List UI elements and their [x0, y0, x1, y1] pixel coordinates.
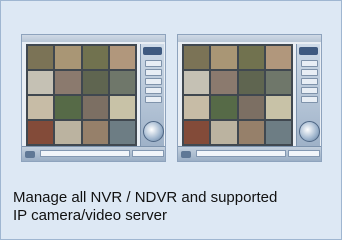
camera-tile	[238, 121, 264, 144]
camera-tile	[109, 71, 135, 94]
timeline-bar	[196, 150, 286, 157]
camera-tile	[55, 96, 81, 119]
ptz-dial-icon	[143, 121, 164, 142]
camera-tile	[211, 121, 237, 144]
panel-button	[301, 69, 318, 76]
camera-tile	[28, 96, 54, 119]
panel-button	[301, 96, 318, 103]
camera-tile	[109, 96, 135, 119]
camera-grid	[182, 44, 293, 146]
panel-button	[145, 96, 162, 103]
camera-tile	[82, 46, 108, 69]
camera-tile	[109, 121, 135, 144]
panel-button	[301, 78, 318, 85]
window-titlebar	[22, 35, 165, 42]
toolbar-icon	[25, 151, 35, 158]
app-logo-icon	[143, 47, 162, 55]
caption-line-2: IP camera/video server	[13, 207, 167, 224]
camera-grid	[26, 44, 137, 146]
camera-tile	[28, 71, 54, 94]
status-bar	[132, 150, 164, 157]
panel-button	[301, 60, 318, 67]
camera-tile	[265, 121, 291, 144]
camera-tile	[55, 121, 81, 144]
camera-tile	[238, 46, 264, 69]
camera-tile	[211, 96, 237, 119]
feature-caption: Manage all NVR / NDVR and supported IP c…	[13, 189, 333, 225]
camera-tile	[28, 121, 54, 144]
panel-button	[145, 78, 162, 85]
nvr-screenshot-left	[21, 34, 166, 162]
feature-card: Manage all NVR / NDVR and supported IP c…	[0, 0, 342, 240]
timeline-bar	[40, 150, 130, 157]
camera-tile	[265, 46, 291, 69]
camera-tile	[265, 96, 291, 119]
camera-tile	[28, 46, 54, 69]
camera-tile	[82, 96, 108, 119]
panel-button	[145, 87, 162, 94]
toolbar-icon	[181, 151, 191, 158]
panel-button	[301, 87, 318, 94]
control-panel	[140, 44, 164, 146]
camera-tile	[55, 46, 81, 69]
camera-tile	[211, 71, 237, 94]
camera-tile	[238, 71, 264, 94]
camera-tile	[184, 96, 210, 119]
panel-button	[145, 69, 162, 76]
caption-line-1: Manage all NVR / NDVR and supported	[13, 189, 278, 206]
camera-tile	[184, 71, 210, 94]
camera-tile	[82, 121, 108, 144]
camera-tile	[109, 46, 135, 69]
bottom-toolbar	[22, 146, 165, 161]
camera-tile	[55, 71, 81, 94]
bottom-toolbar	[178, 146, 321, 161]
control-panel	[296, 44, 320, 146]
camera-tile	[211, 46, 237, 69]
camera-tile	[82, 71, 108, 94]
app-logo-icon	[299, 47, 318, 55]
camera-tile	[184, 121, 210, 144]
camera-tile	[238, 96, 264, 119]
window-titlebar	[178, 35, 321, 42]
camera-tile	[265, 71, 291, 94]
panel-button	[145, 60, 162, 67]
camera-tile	[184, 46, 210, 69]
ptz-dial-icon	[299, 121, 320, 142]
status-bar	[288, 150, 320, 157]
nvr-screenshot-right	[177, 34, 322, 162]
